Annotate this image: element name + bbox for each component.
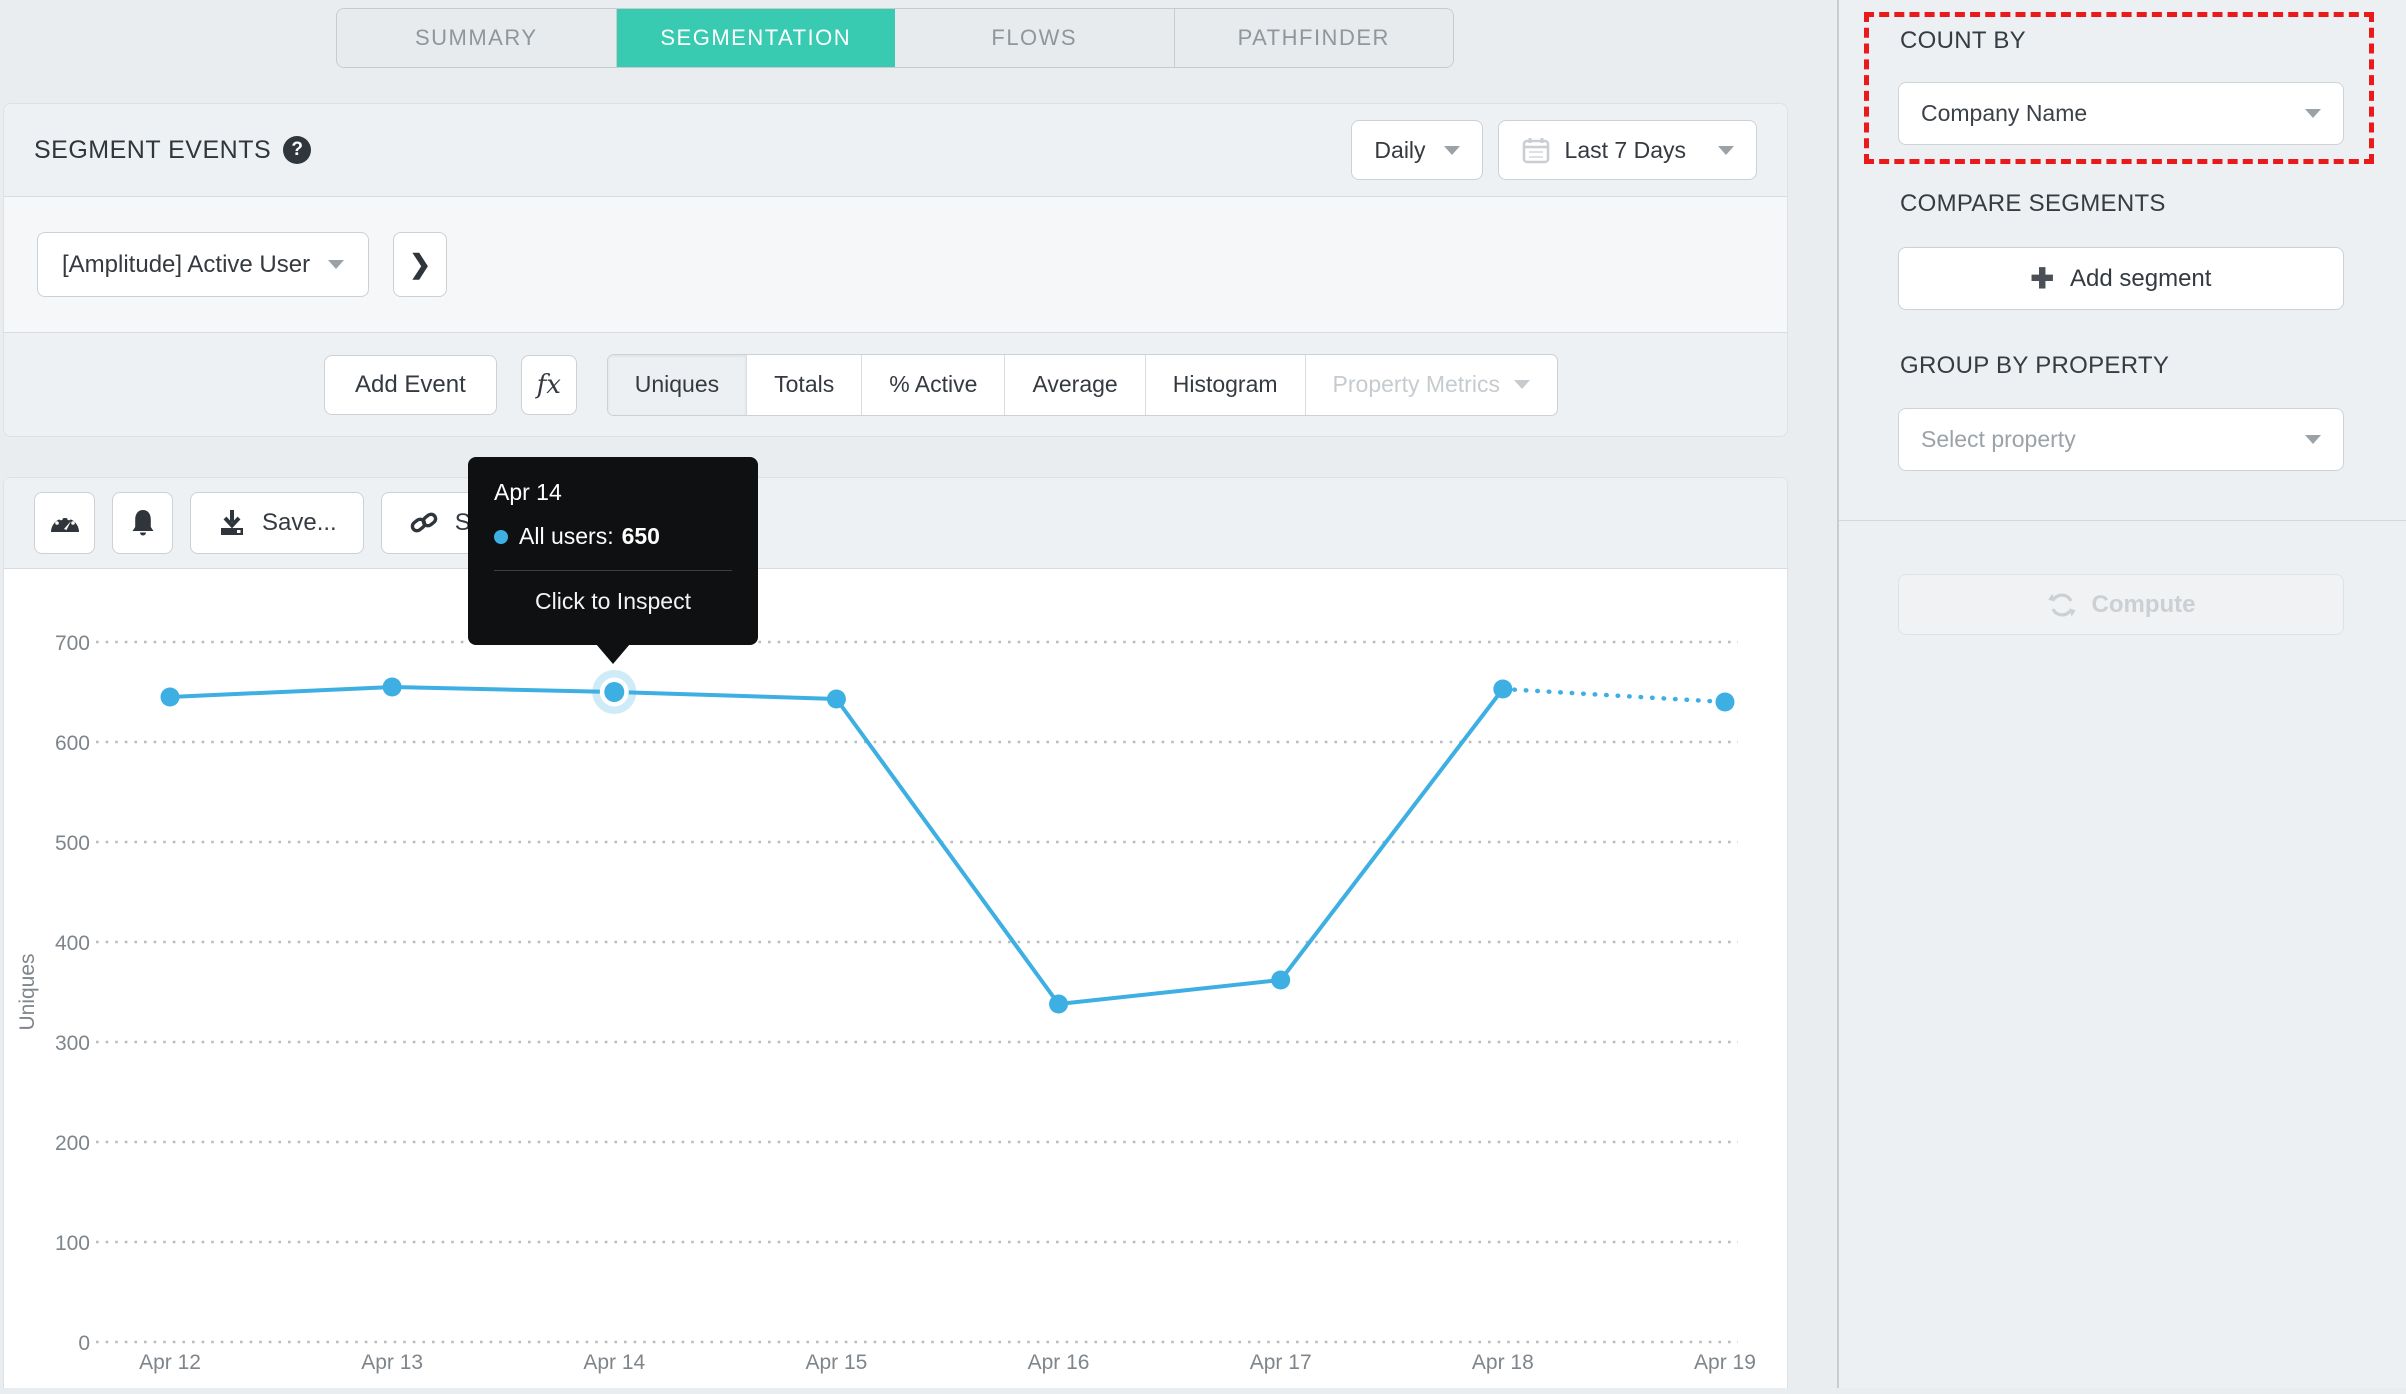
chevron-down-icon [1443, 145, 1460, 155]
segment-events-header: SEGMENT EVENTS ? Daily Last 7 Days [4, 104, 1787, 197]
svg-text:Apr 12: Apr 12 [139, 1351, 201, 1374]
granularity-dropdown[interactable]: Daily [1351, 120, 1483, 180]
granularity-value: Daily [1374, 136, 1426, 163]
svg-text:Apr 19: Apr 19 [1694, 1351, 1756, 1374]
series-dot-icon [494, 529, 508, 544]
add-event-button[interactable]: Add Event [324, 354, 497, 415]
metric-option-average[interactable]: Average [1004, 354, 1144, 415]
group-by-placeholder: Select property [1921, 426, 2076, 452]
svg-text:Apr 18: Apr 18 [1472, 1351, 1534, 1374]
svg-text:Uniques: Uniques [16, 953, 39, 1030]
expand-event-button[interactable]: ❯ [393, 232, 448, 297]
svg-text:600: 600 [55, 732, 90, 755]
save-button[interactable]: Save... [190, 492, 364, 554]
panel-title: SEGMENT EVENTS [34, 135, 272, 164]
metric-option-histogram[interactable]: Histogram [1144, 354, 1305, 415]
refresh-icon [2047, 593, 2076, 616]
chevron-down-icon [1513, 380, 1530, 389]
svg-text:200: 200 [55, 1132, 90, 1155]
chevron-down-icon [1718, 145, 1734, 155]
date-range-dropdown[interactable]: Last 7 Days [1497, 120, 1757, 180]
chevron-down-icon [2305, 109, 2321, 118]
property-metrics-dropdown[interactable]: Property Metrics [1304, 354, 1557, 415]
tooltip-value: 650 [621, 523, 660, 549]
metric-option-uniques[interactable]: Uniques [607, 354, 747, 415]
chart-tooltip: Apr 14 All users: 650 Click to Inspect [468, 457, 758, 664]
save-label: Save... [262, 509, 337, 536]
date-range-value: Last 7 Days [1564, 136, 1686, 163]
event-row: [Amplitude] Active User ❯ [4, 197, 1787, 333]
metric-segmented-control: Uniques Totals % Active Average Histogra… [606, 353, 1558, 416]
dashboard-button[interactable] [34, 492, 95, 554]
compare-segments-heading: COMPARE SEGMENTS [1900, 190, 2166, 217]
chevron-down-icon [2305, 435, 2321, 444]
svg-text:Apr 14: Apr 14 [583, 1351, 645, 1374]
view-tabs: SUMMARY SEGMENTATION FLOWS PATHFINDER [336, 8, 1454, 68]
group-by-dropdown[interactable]: Select property [1898, 408, 2344, 471]
download-icon [221, 510, 243, 535]
tab-flows[interactable]: FLOWS [895, 9, 1175, 67]
svg-text:700: 700 [55, 632, 90, 655]
tab-pathfinder[interactable]: PATHFINDER [1174, 9, 1453, 67]
event-dropdown[interactable]: [Amplitude] Active User [37, 232, 370, 297]
chevron-right-icon: ❯ [409, 249, 431, 279]
tooltip-series-label: All users: [519, 523, 614, 549]
tooltip-divider [494, 570, 732, 571]
chevron-down-icon [328, 260, 345, 269]
count-by-dropdown[interactable]: Company Name [1898, 82, 2344, 145]
compute-button[interactable]: Compute [1898, 574, 2344, 635]
metric-option-percent-active[interactable]: % Active [861, 354, 1004, 415]
bell-icon [132, 510, 153, 536]
event-dropdown-value: [Amplitude] Active User [62, 250, 311, 278]
svg-text:Apr 13: Apr 13 [361, 1351, 423, 1374]
chart-area: 0 100 200 300 400 500 600 700 Apr 12 Apr 13 Apr 14… [4, 569, 1787, 1394]
speedometer-icon [50, 516, 79, 532]
formula-button[interactable]: fx [520, 354, 577, 415]
svg-text:300: 300 [55, 1032, 90, 1055]
svg-text:100: 100 [55, 1232, 90, 1255]
link-icon [410, 512, 437, 533]
svg-text:Apr 16: Apr 16 [1028, 1351, 1090, 1374]
formula-icon: fx [536, 369, 561, 400]
svg-text:0: 0 [78, 1332, 90, 1355]
group-by-heading: GROUP BY PROPERTY [1900, 352, 2170, 379]
segmentation-line-chart[interactable]: 0 100 200 300 400 500 600 700 Apr 12 Apr 13 Apr 14… [4, 569, 1787, 1389]
chart-toolbar: Save... Share [4, 478, 1787, 569]
tab-summary[interactable]: SUMMARY [337, 9, 617, 67]
svg-text:Apr 17: Apr 17 [1250, 1351, 1312, 1374]
alert-button[interactable] [112, 492, 173, 554]
add-segment-button[interactable]: ✚ Add segment [1898, 247, 2344, 310]
count-by-heading: COUNT BY [1900, 27, 2026, 54]
tooltip-inspect-hint[interactable]: Click to Inspect [494, 588, 732, 615]
compute-label: Compute [2091, 590, 2196, 618]
add-event-label: Add Event [355, 370, 466, 398]
count-by-value: Company Name [1921, 100, 2088, 126]
sidebar-divider [1839, 520, 2406, 521]
tooltip-date: Apr 14 [494, 479, 562, 505]
right-sidebar: COUNT BY Company Name COMPARE SEGMENTS ✚… [1837, 0, 2406, 1388]
svg-text:400: 400 [55, 932, 90, 955]
plus-icon: ✚ [2030, 262, 2055, 294]
tab-segmentation[interactable]: SEGMENTATION [616, 9, 895, 67]
add-segment-label: Add segment [2070, 264, 2212, 292]
svg-text:500: 500 [55, 832, 90, 855]
property-metrics-label: Property Metrics [1332, 371, 1500, 397]
segment-events-panel: SEGMENT EVENTS ? Daily Last 7 Days [Ampl… [3, 103, 1788, 437]
svg-text:Apr 15: Apr 15 [805, 1351, 867, 1374]
calendar-icon [1522, 138, 1549, 164]
chart-card: Save... Share 0 100 200 300 400 500 600 700 Apr … [3, 477, 1788, 1388]
metrics-row: Add Event fx Uniques Totals % Active Ave… [4, 333, 1787, 436]
metric-option-totals[interactable]: Totals [746, 354, 861, 415]
help-icon[interactable]: ? [283, 136, 312, 164]
